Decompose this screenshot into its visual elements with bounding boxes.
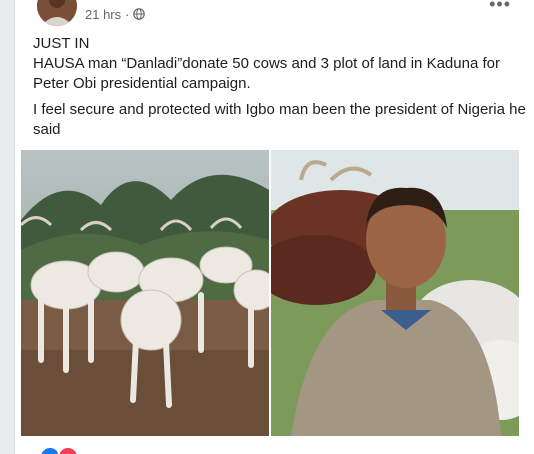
avatar-image — [37, 0, 77, 26]
post-line-1: JUST IN — [33, 35, 90, 52]
more-options-icon[interactable]: ••• — [489, 0, 511, 15]
post-meta: 21 hrs · — [85, 6, 146, 22]
post-photos — [21, 150, 519, 436]
post-line-2: HAUSA man “Danladi”donate 50 cows and 3 … — [33, 55, 500, 92]
post-text: JUST IN HAUSA man “Danladi”donate 50 cow… — [33, 34, 528, 140]
author-avatar[interactable] — [37, 0, 77, 26]
post-card: 21 hrs · ••• JUST IN HAUSA man “Danladi”… — [14, 0, 534, 454]
post-timestamp[interactable]: 21 hrs — [85, 7, 121, 22]
globe-icon[interactable] — [133, 8, 146, 20]
post-line-3: I feel secure and protected with Igbo ma… — [33, 101, 526, 138]
cattle-herd-photo[interactable] — [21, 150, 269, 436]
meta-separator: · — [125, 6, 130, 22]
young-man-with-cattle-photo[interactable] — [271, 150, 519, 436]
love-reaction-icon — [57, 446, 79, 454]
reaction-icons[interactable] — [39, 446, 79, 454]
